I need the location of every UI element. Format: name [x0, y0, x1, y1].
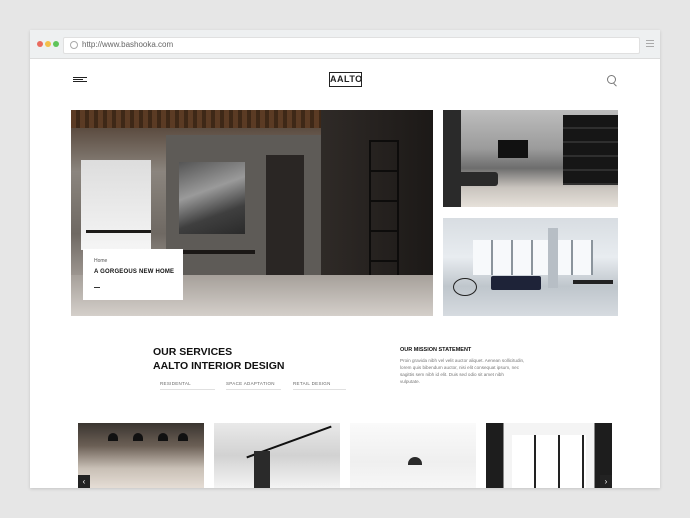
maximize-window-button[interactable]: [53, 41, 59, 47]
service-link-retail-design[interactable]: RETAIL DESIGN: [293, 381, 346, 390]
project-thumbnail[interactable]: [350, 423, 476, 488]
breadcrumb[interactable]: Home: [94, 258, 107, 264]
project-thumbnail[interactable]: [486, 423, 612, 488]
carousel-prev-button[interactable]: ‹: [78, 475, 90, 488]
carousel-next-button[interactable]: ›: [600, 475, 612, 488]
search-icon[interactable]: [607, 75, 616, 84]
hamburger-menu-icon[interactable]: [73, 77, 87, 82]
hero-title[interactable]: A GORGEOUS NEW HOME: [94, 269, 174, 275]
project-thumbnail[interactable]: [214, 423, 340, 488]
service-link-space-adaptation[interactable]: SPACE ADAPTATION: [226, 381, 281, 390]
living-room-image[interactable]: [443, 110, 618, 207]
services-links: RESIDENTAL SPACE ADAPTATION RETAIL DESIG…: [153, 381, 346, 391]
service-link-residental[interactable]: RESIDENTAL: [160, 381, 215, 390]
webpage: AALTO Home A GORGEOUS NEW HOME OUR SERVI…: [30, 59, 660, 488]
services-subtitle: AALTO INTERIOR DESIGN: [153, 360, 285, 372]
minimize-window-button[interactable]: [45, 41, 51, 47]
caption-divider: [94, 287, 100, 288]
mission-heading: OUR MISSION STATEMENT: [400, 347, 472, 353]
address-bar[interactable]: http://www.bashooka.com: [63, 37, 640, 54]
site-logo[interactable]: AALTO: [329, 72, 362, 87]
services-heading: OUR SERVICES AALTO INTERIOR DESIGN: [153, 346, 284, 372]
browser-toolbar: http://www.bashooka.com: [30, 30, 660, 59]
close-window-button[interactable]: [37, 41, 43, 47]
mission-text: Proin gravida nibh vel velit auctor aliq…: [400, 358, 525, 384]
browser-menu-button[interactable]: [646, 40, 654, 47]
lounge-image[interactable]: [443, 218, 618, 316]
project-thumbnail[interactable]: [78, 423, 204, 488]
mission-statement: OUR MISSION STATEMENT Proin gravida nibh…: [400, 347, 525, 385]
hero-caption-card[interactable]: Home A GORGEOUS NEW HOME: [83, 249, 183, 300]
url-text: http://www.bashooka.com: [82, 40, 174, 49]
services-title: OUR SERVICES: [153, 346, 233, 358]
site-info-icon: [70, 41, 78, 49]
browser-window: http://www.bashooka.com AALTO Home A GOR…: [30, 30, 660, 488]
